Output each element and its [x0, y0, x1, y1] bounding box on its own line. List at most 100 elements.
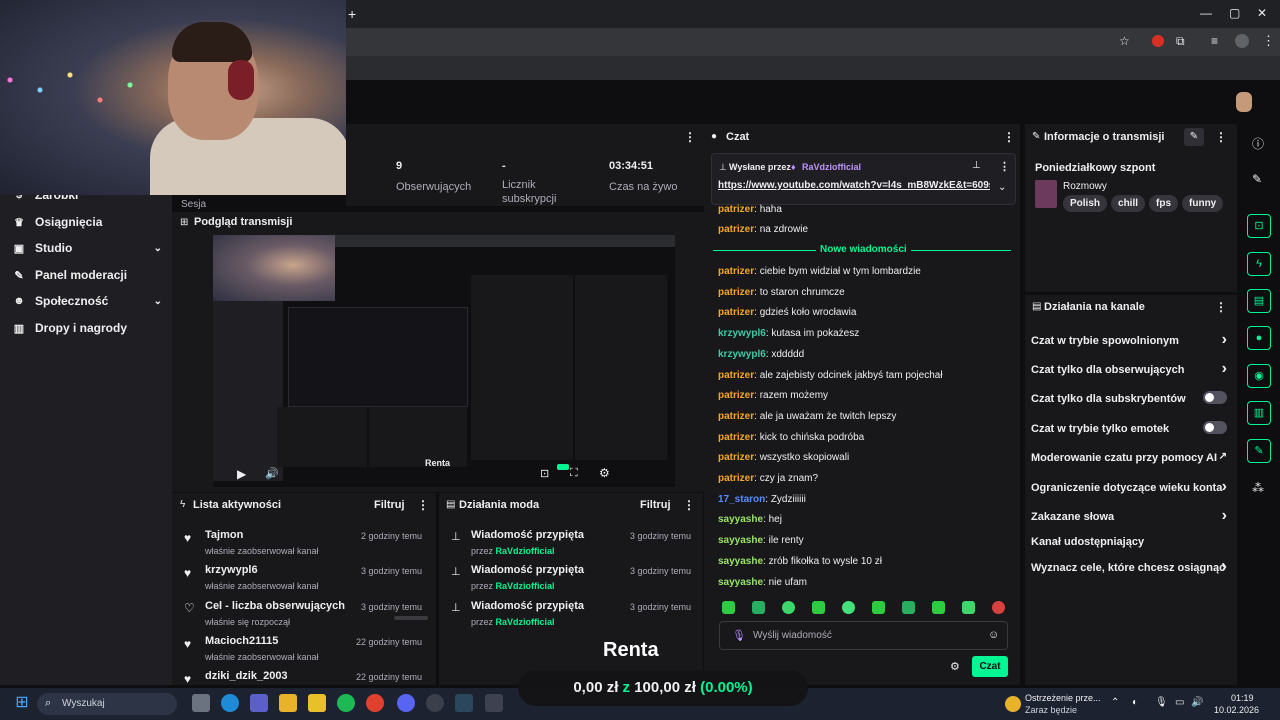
toggle-switch[interactable]	[1203, 391, 1227, 404]
emote-icon[interactable]	[842, 601, 855, 614]
browser-menu-icon[interactable]: ⋮	[1262, 33, 1275, 49]
chat-message[interactable]: krzywypl6: kutasa im pokażesz	[718, 328, 859, 339]
chat-username[interactable]: sayyashe	[718, 577, 763, 588]
pencil-icon[interactable]: ✎	[1252, 172, 1262, 186]
notification-title[interactable]: Ostrzeżenie prze...	[1025, 693, 1101, 703]
info-icon[interactable]: ⓘ	[1252, 135, 1264, 152]
chat-message[interactable]: patrizer: to staron chrumcze	[718, 287, 845, 298]
channel-action-item[interactable]: Ograniczenie dotyczące wieku konta ›	[1031, 478, 1227, 495]
chat-message[interactable]: patrizer: ciebie bym widział w tym lomba…	[718, 266, 921, 277]
activity-item[interactable]: ♥ Tajmon właśnie zaobserwował kanał 2 god…	[184, 529, 434, 556]
tray-mic-icon[interactable]: 🎙	[1155, 697, 1168, 708]
mod-action-by[interactable]: RaVdziofficial	[496, 581, 555, 591]
app-icon[interactable]	[485, 694, 503, 712]
teams-icon[interactable]	[250, 694, 268, 712]
emote-icon[interactable]	[812, 601, 825, 614]
extension-icon[interactable]	[1152, 35, 1164, 47]
sidebar-item-achievements[interactable]: ♛ Osiągnięcia	[12, 212, 162, 232]
chat-message[interactable]: krzywypl6: xddddd	[718, 349, 804, 360]
chat-username[interactable]: patrizer	[718, 204, 754, 215]
minimize-button[interactable]: —	[1200, 6, 1212, 20]
tag[interactable]: funny	[1182, 195, 1224, 212]
chat-message[interactable]: patrizer: wszystko skopiowali	[718, 452, 849, 463]
chat-username[interactable]: sayyashe	[718, 535, 763, 546]
mod-action-item[interactable]: ⊥ Wiadomość przypięta przez RaVdziofficia…	[451, 529, 701, 556]
mod-filter-button[interactable]: Filtruj	[640, 499, 671, 511]
microphone-icon[interactable]: 🎙	[732, 629, 746, 642]
chat-username[interactable]: 17_staron	[718, 494, 765, 505]
stats-menu-icon[interactable]: ⋮	[684, 130, 696, 144]
taskbar-search[interactable]: ⌕ Wyszukaj	[37, 693, 177, 715]
unpin-icon[interactable]: ⊥	[972, 160, 981, 171]
chat-username[interactable]: patrizer	[718, 307, 754, 318]
chat-username[interactable]: patrizer	[718, 287, 754, 298]
sidebar-item-community[interactable]: ☻ Społeczność ⌄	[12, 291, 162, 311]
chrome-icon[interactable]	[366, 694, 384, 712]
fullscreen-icon[interactable]: ⛶	[570, 467, 578, 480]
channel-action-item[interactable]: Moderowanie czatu przy pomocy AI ↗	[1031, 451, 1227, 464]
emote-icon[interactable]	[752, 601, 765, 614]
chat-message[interactable]: patrizer: kick to chińska podróba	[718, 432, 864, 443]
activity-item[interactable]: ♡ Cel - liczba obserwujących właśnie się …	[184, 600, 434, 627]
chat-message[interactable]: sayyashe: zrób fikołka to wysle 10 zł	[718, 556, 882, 567]
maximize-button[interactable]: ▢	[1229, 6, 1240, 20]
mod-action-by[interactable]: RaVdziofficial	[496, 617, 555, 627]
extensions-puzzle-icon[interactable]: ⧉	[1176, 34, 1185, 49]
chat-input[interactable]: 🎙 Wyślij wiadomość ☺	[719, 621, 1008, 650]
warning-notification-icon[interactable]	[1005, 696, 1021, 712]
mod-action-by[interactable]: RaVdziofficial	[496, 546, 555, 556]
taskbar-date[interactable]: 10.02.2026	[1214, 705, 1259, 715]
chat-message[interactable]: patrizer: haha	[718, 204, 782, 215]
edit-info-button[interactable]: ✎	[1184, 128, 1204, 146]
emote-icon[interactable]	[722, 601, 735, 614]
tag[interactable]: chill	[1111, 195, 1146, 212]
tray-volume-icon[interactable]: 🔊	[1191, 697, 1203, 708]
task-view-icon[interactable]	[192, 694, 210, 712]
emote-icon[interactable]	[782, 601, 795, 614]
bookmark-star-icon[interactable]: ☆	[1119, 34, 1130, 48]
chat-username[interactable]: patrizer	[718, 266, 754, 277]
chat-message[interactable]: patrizer: na zdrowie	[718, 224, 808, 235]
chat-message[interactable]: sayyashe: nie ufam	[718, 577, 807, 588]
clip-icon[interactable]: ⊡	[540, 467, 549, 480]
chat-username[interactable]: patrizer	[718, 432, 754, 443]
spotify-icon[interactable]	[337, 694, 355, 712]
settings-gear-icon[interactable]: ⚙	[599, 466, 610, 480]
channel-action-item[interactable]: Wyznacz cele, które chcesz osiągnąć ›	[1031, 558, 1227, 575]
volume-icon[interactable]: 🔊	[265, 467, 279, 480]
pinned-message[interactable]: ⊥ Wysłane przez ♦ RaVdziofficial ⊥ ⋮ htt…	[711, 153, 1016, 205]
channel-action-item[interactable]: Zakazane słowa ›	[1031, 507, 1227, 524]
chat-message[interactable]: patrizer: ale ja uważam że twitch lepszy	[718, 411, 896, 422]
file-explorer-icon[interactable]	[279, 694, 297, 712]
pinned-by[interactable]: RaVdziofficial	[802, 162, 861, 172]
chat-message[interactable]: sayyashe: ile renty	[718, 535, 804, 546]
tray-chevron-up-icon[interactable]: ⌃	[1111, 697, 1119, 708]
chat-message[interactable]: patrizer: gdzieś koło wrocławia	[718, 307, 856, 318]
media-queue-icon[interactable]: ≡	[1211, 34, 1218, 48]
emote-icon[interactable]	[902, 601, 915, 614]
mod-action-item[interactable]: ⊥ Wiadomość przypięta przez RaVdziofficia…	[451, 600, 701, 627]
emote-icon[interactable]	[932, 601, 945, 614]
channel-action-item[interactable]: Czat tylko dla subskrybentów	[1031, 391, 1227, 405]
quick-action-clip-icon[interactable]: ⊡	[1247, 214, 1271, 238]
sidebar-item-moderation[interactable]: ✎ Panel moderacji	[12, 265, 162, 285]
chat-username[interactable]: sayyashe	[718, 556, 763, 567]
new-tab-button[interactable]: +	[348, 6, 356, 22]
chat-message[interactable]: sayyashe: hej	[718, 514, 782, 525]
toggle-switch[interactable]	[1203, 421, 1227, 434]
chat-message[interactable]: patrizer: czy ja znam?	[718, 473, 818, 484]
quick-action-lightning-icon[interactable]: ϟ	[1247, 252, 1271, 276]
channel-action-item[interactable]: Czat w trybie spowolnionym ›	[1031, 331, 1227, 348]
stream-preview-video[interactable]: Renta ▶ 🔊 ⊡ ⛶ ⚙	[213, 235, 675, 487]
chat-menu-icon[interactable]: ⋮	[1003, 130, 1015, 144]
discord-icon[interactable]	[397, 694, 415, 712]
quick-action-panels-icon[interactable]: ▥	[1247, 401, 1271, 425]
chat-username[interactable]: patrizer	[718, 370, 754, 381]
chat-username[interactable]: krzywypl6	[718, 349, 766, 360]
chat-username[interactable]: patrizer	[718, 390, 754, 401]
quick-action-chat-icon[interactable]: ●	[1247, 326, 1271, 350]
mod-menu-icon[interactable]: ⋮	[683, 498, 695, 512]
quick-action-wrench-icon[interactable]: ✎	[1247, 439, 1271, 463]
chat-username[interactable]: patrizer	[718, 411, 754, 422]
windows-start-icon[interactable]: ⊞	[13, 694, 31, 712]
